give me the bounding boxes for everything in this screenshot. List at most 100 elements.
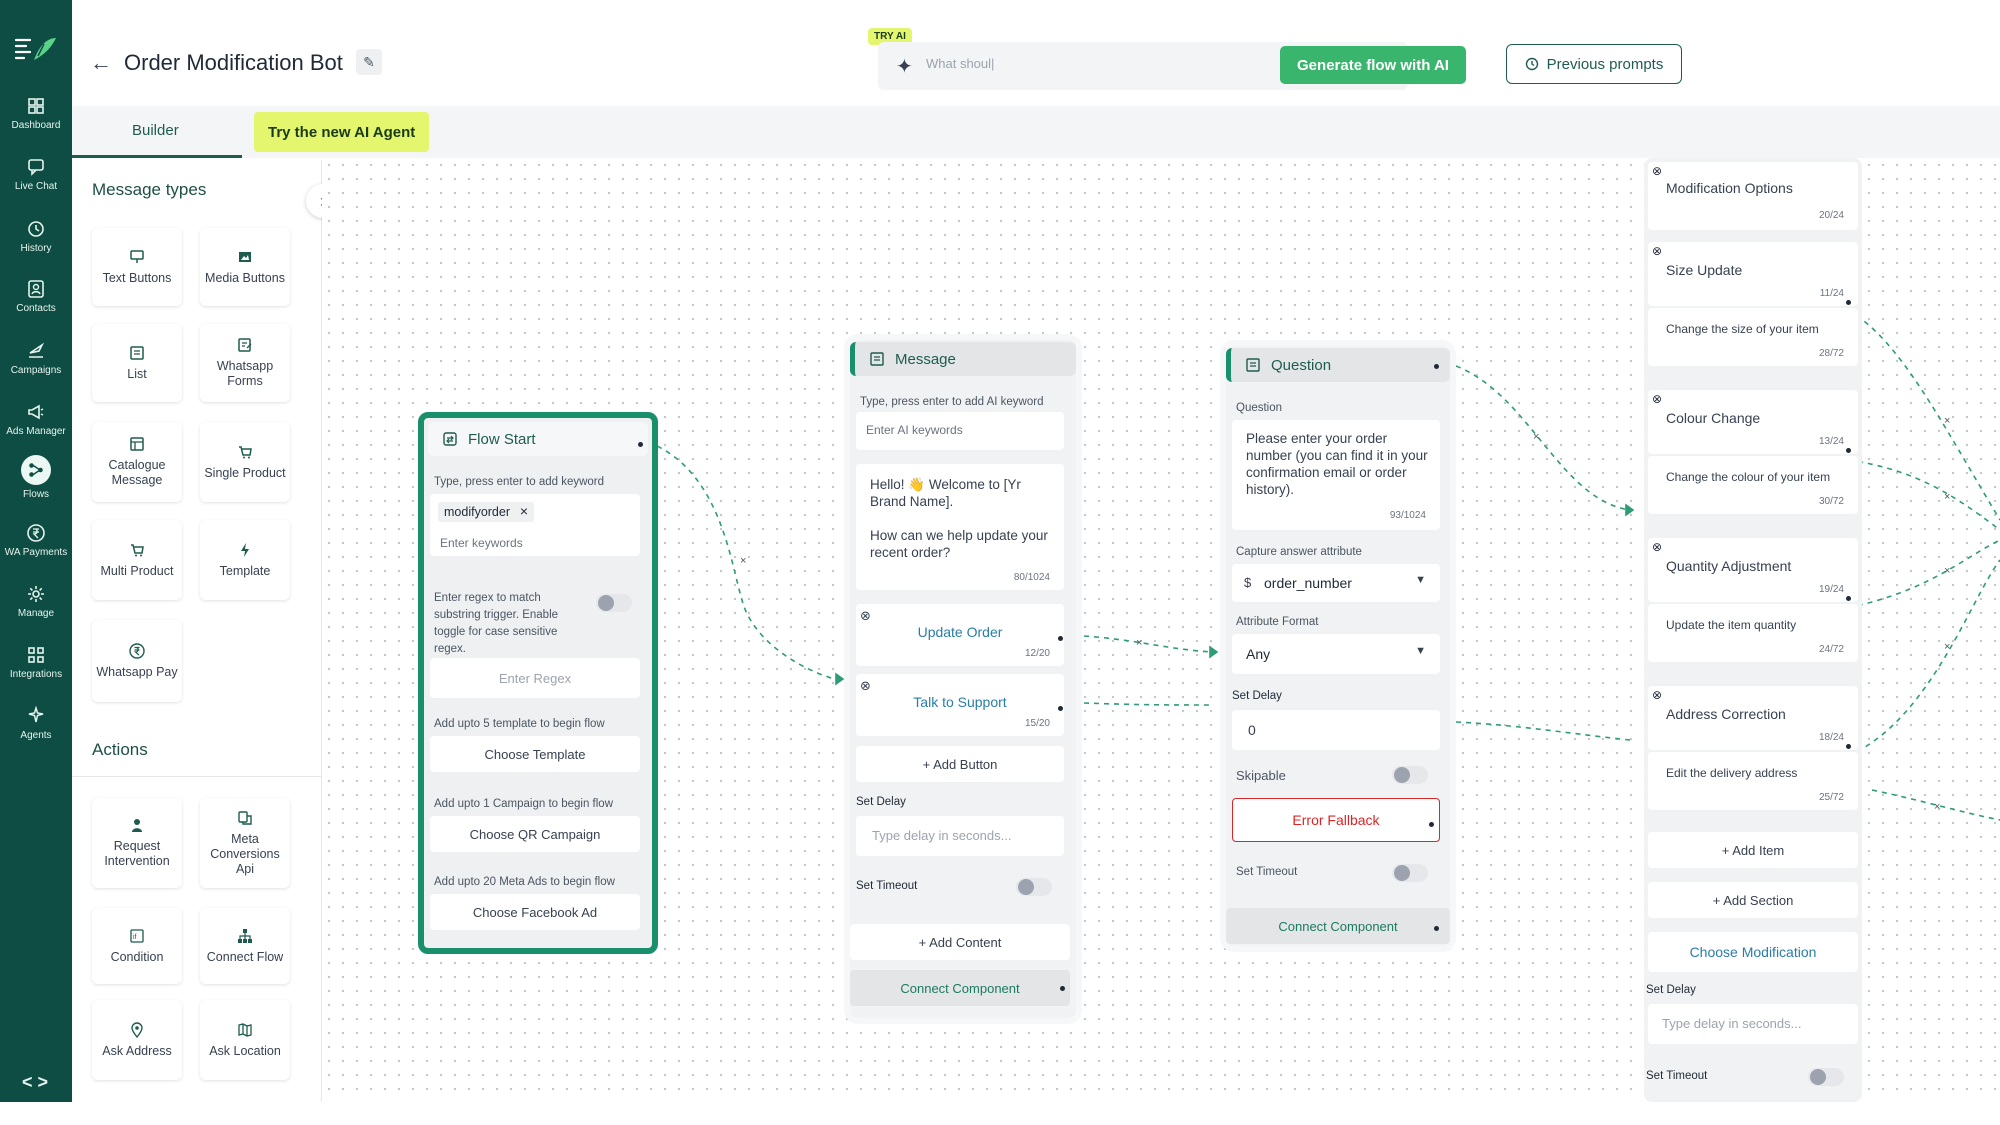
action-condition[interactable]: if Condition (92, 908, 182, 984)
remove-icon[interactable]: ⊗ (1652, 392, 1662, 406)
add-button[interactable]: + Add Button (856, 746, 1064, 782)
skipable-toggle[interactable] (1392, 766, 1428, 784)
timeout-toggle[interactable] (1808, 1068, 1844, 1086)
nav-item-wa-payments[interactable]: WA Payments (0, 519, 72, 575)
output-handle[interactable] (1434, 364, 1439, 369)
output-handle[interactable] (1058, 636, 1063, 641)
action-connect-flow[interactable]: Connect Flow (200, 908, 290, 984)
message-type-whatsapp-pay[interactable]: Whatsapp Pay (92, 620, 182, 702)
tab-ai-agent[interactable]: Try the new AI Agent (254, 112, 430, 152)
question-text-box[interactable]: Please enter your order number (you can … (1232, 420, 1440, 530)
choose-template-button[interactable]: Choose Template (430, 736, 640, 772)
ai-prompt-input[interactable]: What shoul| (926, 56, 994, 71)
list-header-box[interactable]: ⊗ Modification Options 20/24 (1648, 162, 1858, 230)
message-type-whatsapp-forms[interactable]: Whatsapp Forms (200, 324, 290, 402)
output-handle[interactable] (1846, 596, 1851, 601)
remove-icon[interactable]: ⊗ (860, 678, 871, 694)
page-header: ← Order Modification Bot ✎ TRY AI ✦ What… (72, 0, 2000, 106)
list-section-desc-box[interactable]: Change the colour of your item 30/72 (1648, 456, 1858, 514)
message-type-text-buttons[interactable]: Text Buttons (92, 228, 182, 306)
nav-item-agents[interactable]: Agents (0, 702, 72, 758)
remove-icon[interactable]: ⊗ (1652, 540, 1662, 554)
button-update-order[interactable]: ⊗ Update Order 12/20 (856, 604, 1064, 666)
message-body-box[interactable]: Hello! 👋 Welcome to [Yr Brand Name]. How… (856, 464, 1064, 590)
nav-item-dashboard[interactable]: Dashboard (0, 92, 72, 148)
output-handle[interactable] (638, 442, 643, 447)
generate-flow-button[interactable]: Generate flow with AI (1280, 46, 1466, 84)
flow-start-node[interactable]: Flow Start Type, press enter to add keyw… (418, 412, 658, 954)
list-section-title-box[interactable]: ⊗ Colour Change 13/24 (1648, 390, 1858, 454)
tab-builder[interactable]: Builder (132, 122, 179, 139)
ai-keywords-input[interactable]: Enter AI keywords (856, 412, 1064, 450)
choose-modification-button[interactable]: Choose Modification (1648, 932, 1858, 972)
action-ask-location[interactable]: Ask Location (200, 1000, 290, 1080)
list-section-title-box[interactable]: ⊗ Quantity Adjustment 19/24 (1648, 538, 1858, 602)
back-arrow-icon[interactable]: ← (90, 50, 112, 76)
delay-value-input[interactable]: 0 (1232, 710, 1440, 750)
choose-facebook-ad-button[interactable]: Choose Facebook Ad (430, 894, 640, 930)
close-icon[interactable]: × (520, 503, 528, 519)
action-ask-address[interactable]: Ask Address (92, 1000, 182, 1080)
nav-item-integrations[interactable]: Integrations (0, 641, 72, 697)
output-handle[interactable] (1429, 822, 1434, 827)
timeout-toggle[interactable] (1392, 864, 1428, 882)
message-type-list[interactable]: List (92, 324, 182, 402)
message-type-catalogue-message[interactable]: Catalogue Message (92, 422, 182, 502)
output-handle[interactable] (1846, 744, 1851, 749)
keyword-input[interactable]: Enter keywords (440, 536, 523, 550)
nav-item-contacts[interactable]: Contacts (0, 275, 72, 331)
nav-item-history[interactable]: History (0, 215, 72, 271)
previous-prompts-button[interactable]: Previous prompts (1506, 44, 1682, 84)
delay-input[interactable]: Type delay in seconds... (1648, 1004, 1858, 1044)
list-section-title-box[interactable]: ⊗ Address Correction 18/24 (1648, 686, 1858, 750)
keyword-box[interactable]: modifyorder × Enter keywords (430, 494, 640, 556)
add-section-button[interactable]: + Add Section (1648, 882, 1858, 918)
connect-component-button[interactable]: Connect Component (850, 970, 1070, 1006)
brand-logo-icon[interactable] (14, 34, 58, 64)
add-item-button[interactable]: + Add Item (1648, 832, 1858, 868)
nav-item-live-chat[interactable]: Live Chat (0, 153, 72, 209)
output-handle[interactable] (1846, 300, 1851, 305)
delay-input[interactable]: Type delay in seconds... (856, 816, 1064, 856)
choose-qr-campaign-button[interactable]: Choose QR Campaign (430, 816, 640, 852)
agents-icon (28, 706, 44, 723)
message-type-template[interactable]: Template (200, 520, 290, 600)
pencil-icon: ✎ (363, 53, 375, 70)
code-toggle-icon[interactable]: < > (22, 1072, 48, 1093)
nav-item-manage[interactable]: Manage (0, 580, 72, 636)
message-type-multi-product[interactable]: Multi Product (92, 520, 182, 600)
remove-icon[interactable]: ⊗ (1652, 244, 1662, 258)
button-talk-to-support[interactable]: ⊗ Talk to Support 15/20 (856, 674, 1064, 736)
output-handle[interactable] (1434, 926, 1439, 931)
remove-icon[interactable]: ⊗ (1652, 688, 1662, 702)
capture-attribute-select[interactable]: $ order_number ▼ (1232, 564, 1440, 602)
list-section-desc-box[interactable]: Change the size of your item 28/72 (1648, 308, 1858, 366)
list-node[interactable]: ⊗ Modification Options 20/24 ⊗ Size Upda… (1644, 158, 1862, 1102)
timeout-toggle[interactable] (1016, 878, 1052, 896)
output-handle[interactable] (1846, 448, 1851, 453)
button-label: Talk to Support (913, 694, 1007, 710)
list-section-desc-box[interactable]: Update the item quantity 24/72 (1648, 604, 1858, 662)
remove-icon[interactable]: ⊗ (1652, 164, 1662, 178)
regex-toggle[interactable] (596, 594, 632, 612)
action-meta-conversions-api[interactable]: Meta Conversions Api (200, 798, 290, 888)
action-request-intervention[interactable]: Request Intervention (92, 798, 182, 888)
list-section-title-box[interactable]: ⊗ Size Update 11/24 (1648, 242, 1858, 306)
error-fallback-button[interactable]: Error Fallback (1232, 798, 1440, 842)
question-node[interactable]: Question Question Please enter your orde… (1226, 346, 1450, 946)
nav-item-ads-manager[interactable]: Ads Manager (0, 398, 72, 454)
regex-input[interactable]: Enter Regex (430, 658, 640, 698)
message-type-single-product[interactable]: Single Product (200, 422, 290, 502)
output-handle[interactable] (1058, 706, 1063, 711)
attribute-format-select[interactable]: Any ▼ (1232, 634, 1440, 674)
remove-icon[interactable]: ⊗ (860, 608, 871, 624)
edit-title-button[interactable]: ✎ (356, 49, 382, 75)
nav-item-campaigns[interactable]: Campaigns (0, 337, 72, 393)
connect-component-button[interactable]: Connect Component (1226, 908, 1450, 944)
list-section-desc-box[interactable]: Edit the delivery address 25/72 (1648, 752, 1858, 810)
output-handle[interactable] (1060, 986, 1065, 991)
add-content-button[interactable]: + Add Content (850, 924, 1070, 960)
message-node[interactable]: Message Type, press enter to add AI keyw… (850, 340, 1076, 1018)
nav-item-flows[interactable]: Flows (0, 455, 72, 511)
message-type-media-buttons[interactable]: Media Buttons (200, 228, 290, 306)
